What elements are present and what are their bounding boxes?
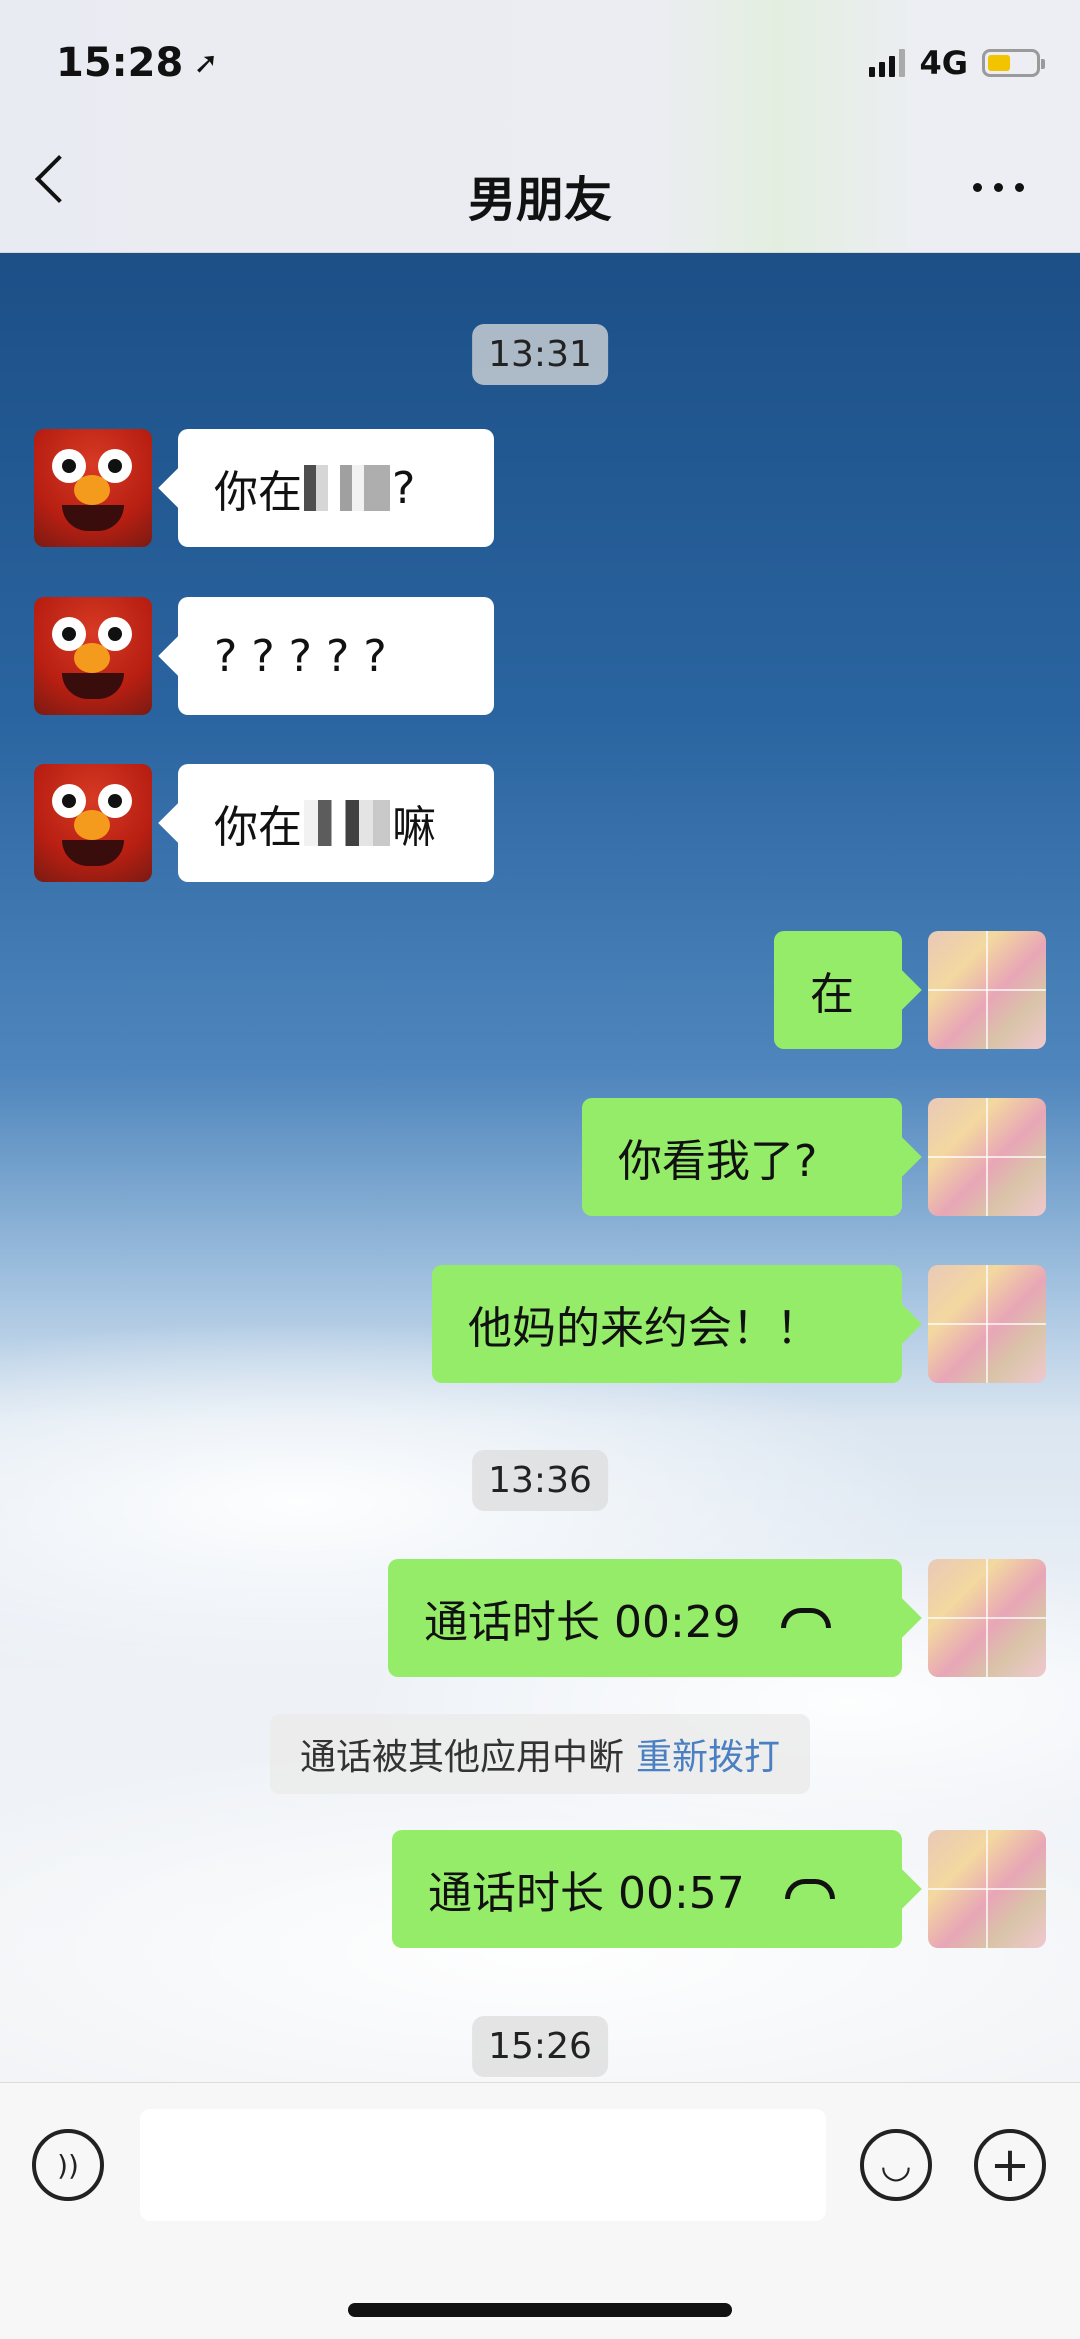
my-avatar[interactable] [928,1098,1046,1216]
message-call: 通话时长 00:57 [392,1830,1046,1948]
message-bubble[interactable]: 他妈的来约会！！ [432,1265,902,1383]
message-received: 你在 嘛 [34,764,494,882]
my-avatar[interactable] [928,931,1046,1049]
call-duration: 通话时长 00:29 [424,1597,741,1648]
message-text: 你在 [214,467,302,518]
message-text-end: 嘛 [392,802,436,853]
message-bubble[interactable]: 在 [774,931,902,1049]
message-call: 通话时长 00:29 [388,1559,1046,1677]
status-indicators: 4G [869,44,1045,82]
plus-icon[interactable]: + [974,2129,1046,2201]
my-avatar[interactable] [928,1830,1046,1948]
system-notice: 通话被其他应用中断 重新拨打 [269,1714,811,1794]
my-avatar[interactable] [928,1265,1046,1383]
message-text: 你看我了? [618,1136,818,1187]
timestamp: 15:26 [472,2016,608,2077]
phone-hangup-icon [784,1879,835,1899]
message-sent: 你看我了? [582,1098,1046,1216]
contact-avatar[interactable] [34,764,152,882]
system-notice-text: 通话被其他应用中断 [299,1737,624,1778]
redial-link[interactable]: 重新拨打 [636,1737,780,1778]
voice-icon[interactable]: )) [32,2129,104,2201]
emoji-icon[interactable]: ◡ [860,2129,932,2201]
status-time-label: 15:28 [56,40,184,86]
message-input[interactable] [140,2109,826,2221]
message-sent: 他妈的来约会！！ [432,1265,1046,1383]
message-text-end: ? [392,462,416,514]
call-duration: 通话时长 00:57 [428,1868,745,1919]
signal-icon [869,49,906,77]
message-bubble[interactable]: 你看我了? [582,1098,902,1216]
message-bubble[interactable]: 你在? [178,429,494,547]
message-text: 你在 [214,802,302,853]
call-bubble[interactable]: 通话时长 00:29 [388,1559,902,1677]
message-received: ? ? ? ? ? [34,597,494,715]
redacted-text [304,800,390,846]
top-bar: 15:28 ➚ 4G 男朋友 [0,0,1080,253]
message-text: ? ? ? ? ? [214,630,387,682]
message-text: 在 [810,969,854,1020]
timestamp: 13:31 [472,324,608,385]
network-label: 4G [919,44,968,82]
message-bubble[interactable]: ? ? ? ? ? [178,597,494,715]
message-sent: 在 [774,931,1046,1049]
message-text: 他妈的来约会！！ [468,1303,820,1354]
location-arrow-icon: ➚ [193,45,219,81]
input-bar: )) ◡ + [0,2082,1080,2339]
home-indicator[interactable] [348,2303,732,2317]
message-received: 你在? [34,429,494,547]
contact-avatar[interactable] [34,429,152,547]
chat-title: 男朋友 [467,172,612,228]
more-icon[interactable] [973,183,1024,192]
contact-avatar[interactable] [34,597,152,715]
redacted-text [304,465,390,511]
message-bubble[interactable]: 你在 嘛 [178,764,494,882]
status-time: 15:28 ➚ [56,40,218,86]
phone-hangup-icon [780,1608,831,1628]
battery-icon [982,49,1045,77]
my-avatar[interactable] [928,1559,1046,1677]
call-bubble[interactable]: 通话时长 00:57 [392,1830,902,1948]
timestamp: 13:36 [472,1450,608,1511]
